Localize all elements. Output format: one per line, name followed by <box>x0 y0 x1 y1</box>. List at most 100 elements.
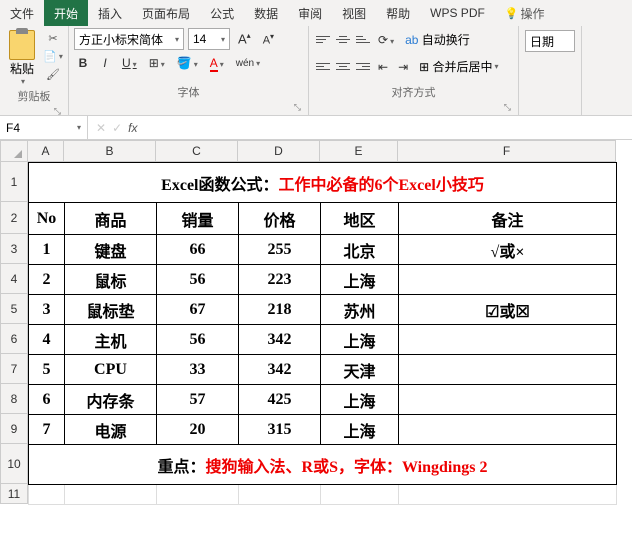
fx-button[interactable]: fx <box>128 121 137 135</box>
cell[interactable] <box>399 265 617 295</box>
cell[interactable] <box>399 355 617 385</box>
row-header[interactable]: 7 <box>0 354 28 384</box>
cell[interactable]: 商品 <box>65 203 157 235</box>
tab-layout[interactable]: 页面布局 <box>132 0 200 26</box>
font-size-select[interactable]: 14▾ <box>188 28 230 50</box>
decrease-indent-button[interactable]: ⇤ <box>374 58 392 76</box>
row-header[interactable]: 1 <box>0 162 28 202</box>
tab-formula[interactable]: 公式 <box>200 0 244 26</box>
copy-button[interactable]: 📄▾ <box>43 48 63 64</box>
fill-color-button[interactable]: 🪣▾ <box>173 54 202 72</box>
cell[interactable] <box>399 325 617 355</box>
cell[interactable]: 上海 <box>321 415 399 445</box>
cell[interactable]: 255 <box>239 235 321 265</box>
cell[interactable]: 5 <box>29 355 65 385</box>
increase-font-button[interactable]: A▴ <box>234 29 255 48</box>
cell[interactable]: 备注 <box>399 203 617 235</box>
cell[interactable]: 33 <box>157 355 239 385</box>
font-color-button[interactable]: A▾ <box>206 54 228 72</box>
cell[interactable]: 地区 <box>321 203 399 235</box>
merge-center-button[interactable]: ⊞ 合并后居中▾ <box>414 55 503 78</box>
name-box[interactable]: F4▾ <box>0 116 88 139</box>
row-header[interactable]: 9 <box>0 414 28 444</box>
cell[interactable]: 315 <box>239 415 321 445</box>
cell[interactable]: 3 <box>29 295 65 325</box>
cell[interactable] <box>399 385 617 415</box>
col-header[interactable]: D <box>238 140 320 162</box>
row-header[interactable]: 6 <box>0 324 28 354</box>
cell[interactable]: 7 <box>29 415 65 445</box>
align-top-button[interactable] <box>314 31 332 49</box>
col-header[interactable]: F <box>398 140 616 162</box>
cell[interactable]: 425 <box>239 385 321 415</box>
bold-button[interactable]: B <box>74 54 92 72</box>
cells-area[interactable]: Excel函数公式：工作中必备的6个Excel小技巧No商品销量价格地区备注1键… <box>28 162 617 505</box>
cell[interactable]: √或× <box>399 235 617 265</box>
cell[interactable] <box>321 485 399 505</box>
cell[interactable]: 上海 <box>321 265 399 295</box>
cell[interactable]: 218 <box>239 295 321 325</box>
row-header[interactable]: 3 <box>0 234 28 264</box>
cell[interactable]: 键盘 <box>65 235 157 265</box>
cell[interactable]: CPU <box>65 355 157 385</box>
cell[interactable]: 鼠标垫 <box>65 295 157 325</box>
tab-data[interactable]: 数据 <box>244 0 288 26</box>
cell[interactable]: 上海 <box>321 385 399 415</box>
tab-file[interactable]: 文件 <box>0 0 44 26</box>
underline-button[interactable]: U▾ <box>118 54 141 72</box>
cell[interactable]: 鼠标 <box>65 265 157 295</box>
cell[interactable]: 内存条 <box>65 385 157 415</box>
cell[interactable]: 4 <box>29 325 65 355</box>
row-header[interactable]: 8 <box>0 384 28 414</box>
select-all-button[interactable] <box>0 140 28 162</box>
col-header[interactable]: A <box>28 140 64 162</box>
cell[interactable]: 苏州 <box>321 295 399 325</box>
phonetic-button[interactable]: wén▾ <box>232 56 264 71</box>
cell[interactable]: 66 <box>157 235 239 265</box>
cut-button[interactable]: ✂ <box>43 30 63 46</box>
row-header[interactable]: 2 <box>0 202 28 234</box>
wrap-text-button[interactable]: ab 自动换行 <box>400 28 475 51</box>
align-center-button[interactable] <box>334 58 352 76</box>
orientation-button[interactable]: ⟳▾ <box>374 31 398 49</box>
align-bottom-button[interactable] <box>354 31 372 49</box>
dialog-launcher-icon[interactable]: ⤡ <box>74 102 303 113</box>
row-header[interactable]: 10 <box>0 444 28 484</box>
cell[interactable] <box>399 485 617 505</box>
formula-input[interactable] <box>145 116 632 139</box>
cell[interactable] <box>29 485 65 505</box>
cell[interactable]: 2 <box>29 265 65 295</box>
decrease-font-button[interactable]: A▾ <box>259 30 278 49</box>
row-header[interactable]: 5 <box>0 294 28 324</box>
cell[interactable]: 342 <box>239 355 321 385</box>
cell[interactable]: 57 <box>157 385 239 415</box>
format-painter-button[interactable]: 🖌 <box>43 66 63 82</box>
cell[interactable]: ☑或☒ <box>399 295 617 325</box>
cell[interactable]: 电源 <box>65 415 157 445</box>
cell[interactable]: 主机 <box>65 325 157 355</box>
align-right-button[interactable] <box>354 58 372 76</box>
italic-button[interactable]: I <box>96 54 114 72</box>
row-header[interactable]: 4 <box>0 264 28 294</box>
cell[interactable] <box>399 415 617 445</box>
align-left-button[interactable] <box>314 58 332 76</box>
number-format-select[interactable]: 日期 <box>525 30 575 52</box>
increase-indent-button[interactable]: ⇥ <box>394 58 412 76</box>
cell[interactable]: 销量 <box>157 203 239 235</box>
cell[interactable]: 20 <box>157 415 239 445</box>
dialog-launcher-icon[interactable]: ⤡ <box>314 102 513 113</box>
col-header[interactable]: C <box>156 140 238 162</box>
cell[interactable]: 56 <box>157 325 239 355</box>
cell[interactable]: Excel函数公式：工作中必备的6个Excel小技巧 <box>29 163 617 203</box>
cell[interactable]: 天津 <box>321 355 399 385</box>
cell[interactable]: 上海 <box>321 325 399 355</box>
row-header[interactable]: 11 <box>0 484 28 504</box>
align-middle-button[interactable] <box>334 31 352 49</box>
tab-review[interactable]: 审阅 <box>288 0 332 26</box>
cell[interactable]: 6 <box>29 385 65 415</box>
col-header[interactable]: E <box>320 140 398 162</box>
cell[interactable]: 价格 <box>239 203 321 235</box>
cell[interactable] <box>239 485 321 505</box>
cell[interactable]: 重点：搜狗输入法、R或S，字体：Wingdings 2 <box>29 445 617 485</box>
cell[interactable]: 1 <box>29 235 65 265</box>
